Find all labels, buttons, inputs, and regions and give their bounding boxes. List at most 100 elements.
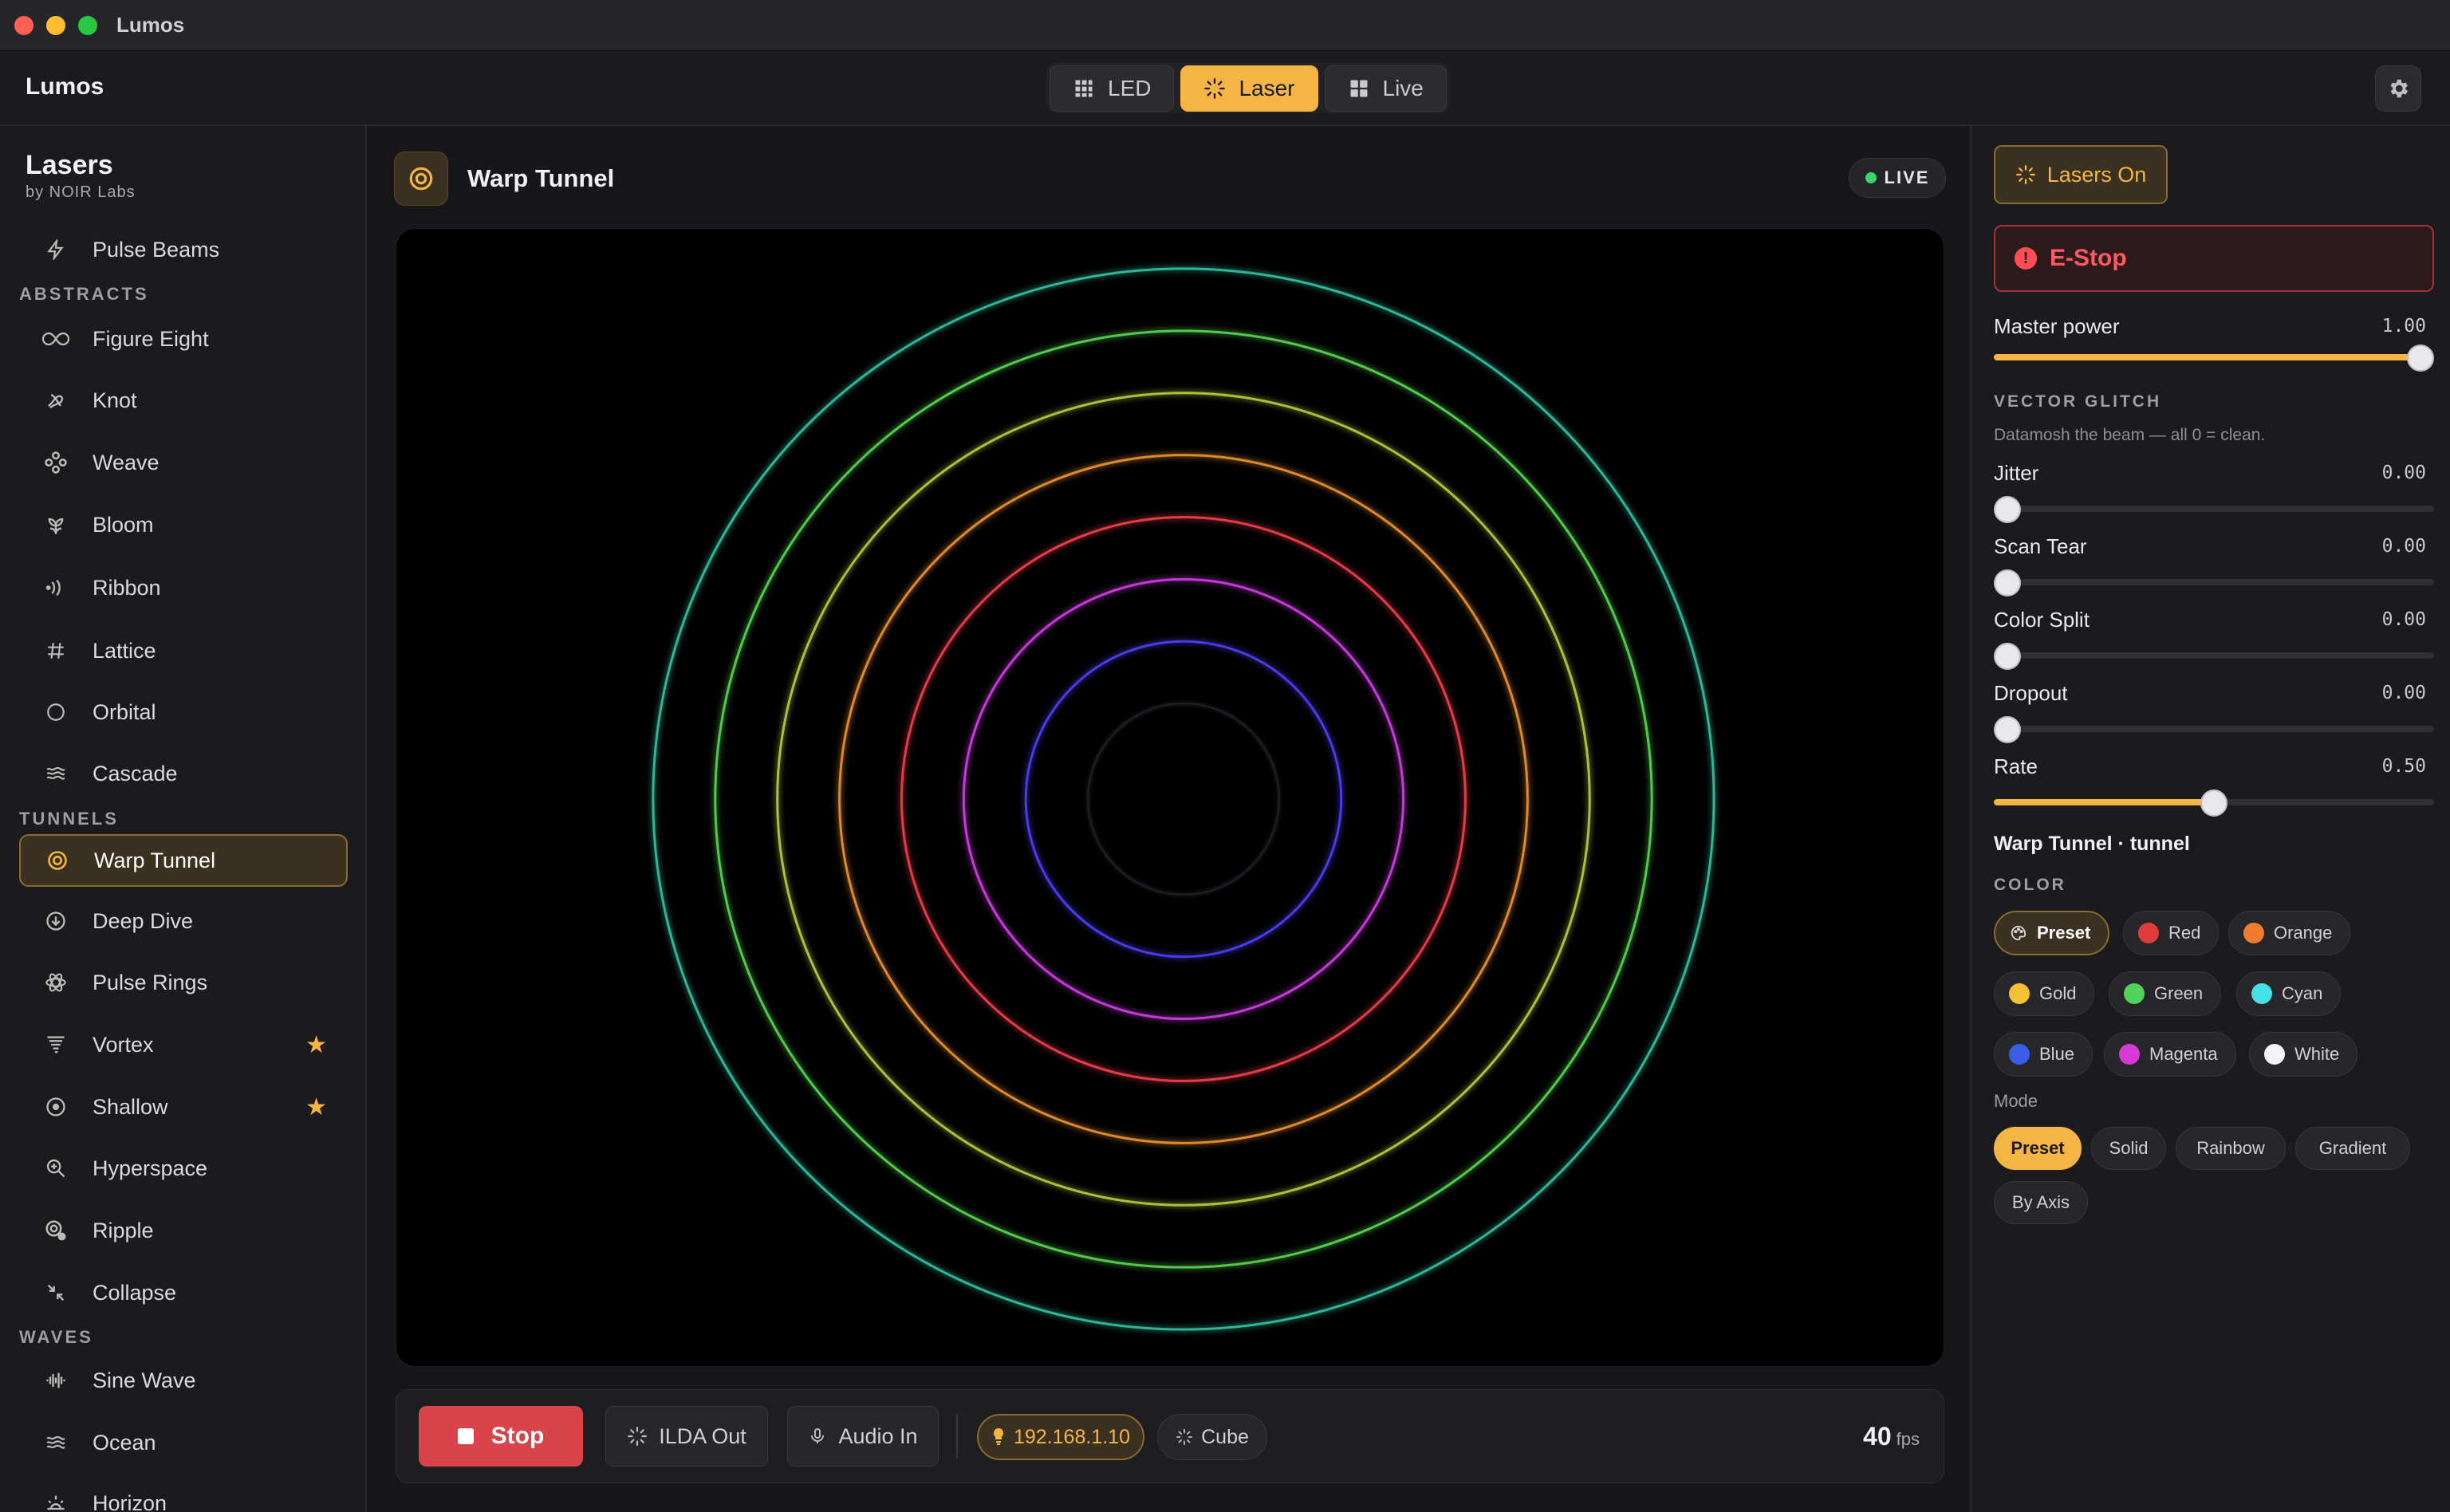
tab-led-label: LED: [1108, 76, 1152, 100]
jitter-slider[interactable]: [1994, 496, 2434, 523]
sidebar-item-horizon[interactable]: Horizon: [19, 1477, 348, 1512]
sidebar-item-label: Vortex: [93, 1032, 154, 1057]
preset-icon: [394, 152, 448, 206]
sidebar-item-ripple[interactable]: Ripple: [19, 1204, 348, 1257]
sidebar-item-orbital[interactable]: Orbital: [19, 686, 348, 738]
sunrise-icon: [38, 1492, 73, 1512]
sidebar-item-lattice[interactable]: Lattice: [19, 624, 348, 677]
mode-pill-gradient[interactable]: Gradient: [2295, 1127, 2410, 1170]
device-ip-chip[interactable]: 192.168.1.10: [977, 1414, 1144, 1460]
sidebar-item-label: Figure Eight: [93, 326, 209, 351]
fps-unit: fps: [1896, 1429, 1920, 1449]
master-power-value: 1.00: [2381, 316, 2426, 337]
settings-button[interactable]: [2375, 65, 2421, 112]
stop-button[interactable]: Stop: [419, 1406, 583, 1467]
waves-right-icon: [38, 577, 73, 599]
dropout-slider[interactable]: [1994, 716, 2434, 743]
jitter-value: 0.00: [2381, 463, 2426, 483]
laser-preview-canvas[interactable]: [396, 228, 1944, 1367]
mode-pill-rainbow[interactable]: Rainbow: [2176, 1127, 2286, 1170]
color-chip-blue[interactable]: Blue: [1994, 1032, 2094, 1077]
chip-label: Gold: [2039, 983, 2077, 1003]
slider-thumb[interactable]: [2200, 789, 2227, 817]
atom-icon: [38, 971, 73, 994]
color-chip-cyan[interactable]: Cyan: [2236, 971, 2342, 1016]
chip-label: Orange: [2274, 923, 2333, 943]
sidebar-item-shallow[interactable]: Shallow ★: [19, 1081, 348, 1133]
color-chip-orange[interactable]: Orange: [2228, 911, 2351, 955]
sidebar-item-pulse-rings[interactable]: Pulse Rings: [19, 956, 348, 1009]
audio-in-button[interactable]: Audio In: [787, 1406, 939, 1467]
emergency-stop-button[interactable]: ! E-Stop: [1994, 225, 2434, 292]
sidebar-item-sine-wave[interactable]: Sine Wave: [19, 1354, 348, 1407]
lasers-on-button[interactable]: Lasers On: [1994, 145, 2168, 204]
color-chip-red[interactable]: Red: [2123, 911, 2220, 955]
sparkle-icon: [1204, 78, 1226, 99]
fps-value: 40: [1863, 1422, 1892, 1451]
color-chip-green[interactable]: Green: [2109, 971, 2222, 1016]
slider-thumb[interactable]: [2407, 345, 2434, 372]
sidebar-item-bloom[interactable]: Bloom: [19, 498, 348, 551]
star-icon[interactable]: ★: [305, 1093, 327, 1121]
chip-label: Preset: [2037, 923, 2091, 943]
audio-in-label: Audio In: [838, 1423, 918, 1448]
layout-icon: [1350, 80, 1368, 97]
color-swatch: [2009, 983, 2030, 1004]
zoom-window-button[interactable]: [78, 15, 97, 35]
star-icon[interactable]: ★: [305, 1031, 327, 1059]
mode-pill-solid[interactable]: Solid: [2091, 1127, 2166, 1170]
lightning-icon: [38, 239, 73, 260]
tab-led[interactable]: LED: [1050, 65, 1175, 112]
sidebar-item-weave[interactable]: Weave: [19, 436, 348, 489]
device-cube-chip[interactable]: Cube: [1157, 1414, 1267, 1460]
sidebar-item-cascade[interactable]: Cascade: [19, 747, 348, 800]
color-chip-preset[interactable]: Preset: [1994, 911, 2110, 955]
slider-thumb[interactable]: [1994, 569, 2021, 597]
sidebar-item-label: Pulse Rings: [93, 970, 208, 994]
sidebar-item-ocean[interactable]: Ocean: [19, 1416, 348, 1469]
color-chip-magenta[interactable]: Magenta: [2104, 1032, 2236, 1077]
sidebar-item-pulse-beams[interactable]: Pulse Beams: [19, 223, 348, 276]
sidebar-item-label: Lattice: [93, 638, 156, 663]
sidebar-item-ribbon[interactable]: Ribbon: [19, 561, 348, 614]
master-power-slider[interactable]: [1994, 345, 2434, 372]
slider-thumb[interactable]: [1994, 496, 2021, 523]
target-icon: [409, 167, 433, 191]
sparkle-icon: [2015, 165, 2035, 184]
sidebar-item-label: Pulse Beams: [93, 237, 220, 262]
rate-label: Rate: [1994, 754, 2038, 778]
color-chip-gold[interactable]: Gold: [1994, 971, 2095, 1016]
tab-laser[interactable]: Laser: [1180, 65, 1318, 112]
sidebar-item-vortex[interactable]: Vortex ★: [19, 1018, 348, 1071]
sidebar-item-figure-eight[interactable]: Figure Eight: [19, 313, 348, 365]
sidebar-item-label: Ripple: [93, 1218, 154, 1242]
live-label: LIVE: [1884, 167, 1930, 187]
laser-ring: [652, 267, 1715, 1331]
ilda-out-button[interactable]: ILDA Out: [605, 1406, 768, 1467]
slider-fill: [1994, 354, 2420, 360]
tab-live-label: Live: [1382, 76, 1424, 100]
mode-pill-preset[interactable]: Preset: [1994, 1127, 2082, 1170]
control-panel: Lasers On ! E-Stop Master power 1.00 VEC…: [1970, 126, 2450, 1512]
hash-icon: [38, 640, 73, 661]
color-chip-white[interactable]: White: [2249, 1032, 2358, 1077]
color-split-slider[interactable]: [1994, 643, 2434, 670]
sidebar-item-deep-dive[interactable]: Deep Dive: [19, 895, 348, 947]
mode-pill-by-axis[interactable]: By Axis: [1994, 1181, 2088, 1224]
sidebar-item-warp-tunnel[interactable]: Warp Tunnel: [19, 834, 348, 887]
slider-thumb[interactable]: [1994, 716, 2021, 743]
slider-thumb[interactable]: [1994, 643, 2021, 670]
chip-label: Blue: [2039, 1044, 2075, 1064]
rate-slider[interactable]: [1994, 789, 2434, 817]
tab-live[interactable]: Live: [1324, 65, 1447, 112]
color-swatch: [2124, 983, 2145, 1004]
minimize-window-button[interactable]: [46, 15, 65, 35]
sidebar-item-collapse[interactable]: Collapse: [19, 1266, 348, 1319]
sidebar-item-hyperspace[interactable]: Hyperspace: [19, 1142, 348, 1195]
close-window-button[interactable]: [14, 15, 33, 35]
vector-glitch-description: Datamosh the beam — all 0 = clean.: [1994, 426, 2266, 444]
scan-tear-slider[interactable]: [1994, 569, 2434, 597]
live-badge: LIVE: [1849, 158, 1946, 198]
app-header: Lumos LED Laser Live: [0, 51, 2450, 126]
sidebar-item-knot[interactable]: Knot: [19, 374, 348, 427]
